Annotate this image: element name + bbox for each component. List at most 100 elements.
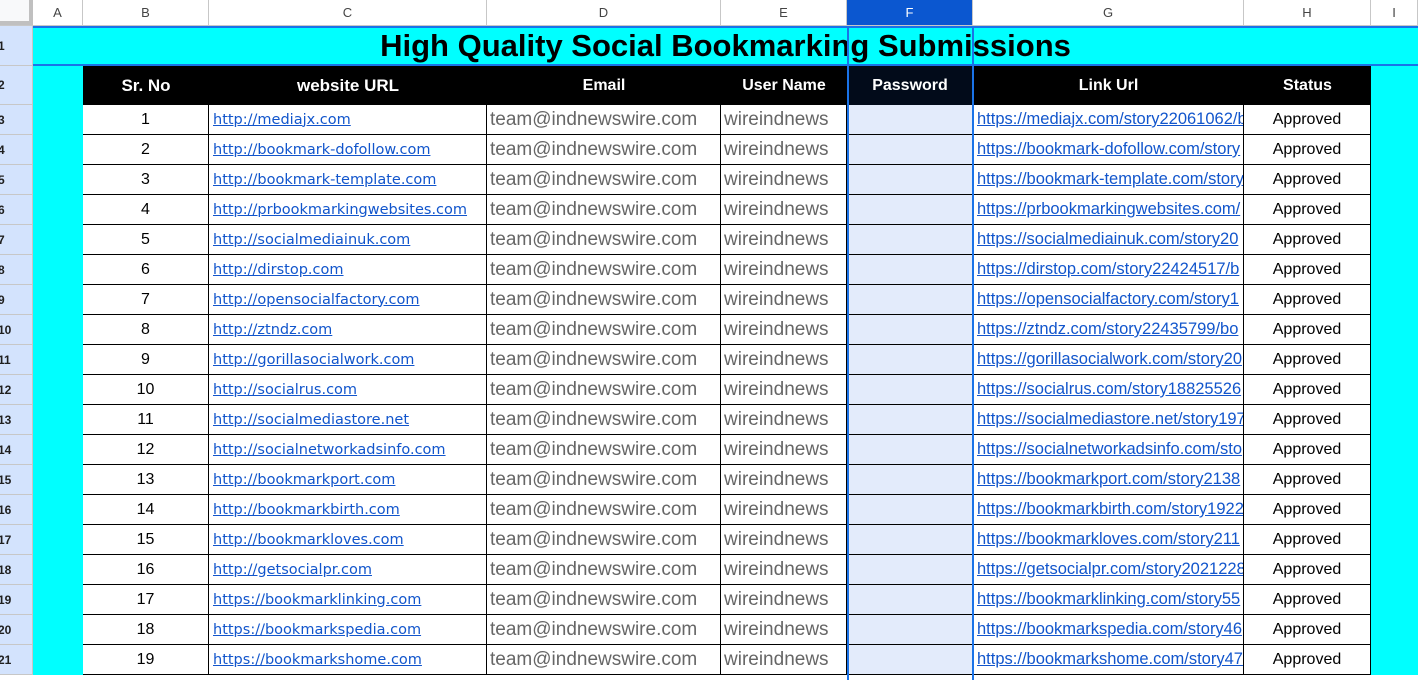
cell[interactable] [1371,465,1418,495]
password-cell[interactable] [847,315,973,345]
cell[interactable] [1371,615,1418,645]
email-cell[interactable]: team@indnewswire.com [487,255,721,285]
user-name-cell[interactable]: wireindnews [721,375,847,405]
status-cell[interactable]: Approved [1244,105,1371,135]
cell[interactable] [33,555,83,585]
column-header-e[interactable]: E [721,0,847,25]
password-cell[interactable] [847,495,973,525]
status-cell[interactable]: Approved [1244,435,1371,465]
header-link-url[interactable]: Link Url [973,66,1244,105]
website-url-link[interactable]: https://bookmarklinking.com [209,585,487,615]
row-header[interactable]: 18 [0,555,33,585]
row-header[interactable]: 6 [0,195,33,225]
cell[interactable] [1371,135,1418,165]
status-cell[interactable]: Approved [1244,285,1371,315]
user-name-cell[interactable]: wireindnews [721,585,847,615]
cell[interactable] [1371,285,1418,315]
cell[interactable] [33,375,83,405]
cell[interactable] [33,405,83,435]
user-name-cell[interactable]: wireindnews [721,315,847,345]
password-cell[interactable] [847,615,973,645]
password-cell[interactable] [847,375,973,405]
email-cell[interactable]: team@indnewswire.com [487,285,721,315]
password-cell[interactable] [847,465,973,495]
row-header[interactable]: 20 [0,615,33,645]
user-name-cell[interactable]: wireindnews [721,165,847,195]
cell[interactable] [1371,375,1418,405]
status-cell[interactable]: Approved [1244,225,1371,255]
password-cell[interactable] [847,195,973,225]
status-cell[interactable]: Approved [1244,645,1371,675]
user-name-cell[interactable]: wireindnews [721,525,847,555]
email-cell[interactable]: team@indnewswire.com [487,105,721,135]
row-header[interactable]: 17 [0,525,33,555]
user-name-cell[interactable]: wireindnews [721,135,847,165]
cell[interactable] [33,195,83,225]
cell[interactable] [1371,315,1418,345]
row-header[interactable]: 2 [0,66,33,105]
row-header[interactable]: 12 [0,375,33,405]
cell[interactable] [33,66,83,105]
user-name-cell[interactable]: wireindnews [721,465,847,495]
password-cell[interactable] [847,225,973,255]
email-cell[interactable]: team@indnewswire.com [487,345,721,375]
status-cell[interactable]: Approved [1244,345,1371,375]
cell[interactable] [33,435,83,465]
sr-no-cell[interactable]: 3 [83,165,209,195]
cell[interactable] [1371,585,1418,615]
user-name-cell[interactable]: wireindnews [721,195,847,225]
password-cell[interactable] [847,285,973,315]
link-url-link[interactable]: https://prbookmarkingwebsites.com/ [973,195,1244,225]
sr-no-cell[interactable]: 11 [83,405,209,435]
user-name-cell[interactable]: wireindnews [721,435,847,465]
cell[interactable] [33,645,83,675]
header-sr-no[interactable]: Sr. No [83,66,209,105]
cell[interactable] [33,165,83,195]
password-cell[interactable] [847,345,973,375]
column-header-h[interactable]: H [1244,0,1371,25]
cell[interactable] [33,525,83,555]
sr-no-cell[interactable]: 7 [83,285,209,315]
email-cell[interactable]: team@indnewswire.com [487,525,721,555]
user-name-cell[interactable]: wireindnews [721,555,847,585]
sr-no-cell[interactable]: 15 [83,525,209,555]
row-header[interactable]: 8 [0,255,33,285]
row-header[interactable]: 4 [0,135,33,165]
link-url-link[interactable]: https://bookmarkspedia.com/story46 [973,615,1244,645]
link-url-link[interactable]: https://bookmarkloves.com/story211 [973,525,1244,555]
website-url-link[interactable]: http://bookmarkport.com [209,465,487,495]
status-cell[interactable]: Approved [1244,615,1371,645]
header-email[interactable]: Email [487,66,721,105]
cell[interactable] [1371,195,1418,225]
cell[interactable] [1371,165,1418,195]
website-url-link[interactable]: http://bookmarkloves.com [209,525,487,555]
row-header[interactable]: 7 [0,225,33,255]
email-cell[interactable]: team@indnewswire.com [487,435,721,465]
column-header-c[interactable]: C [209,0,487,25]
status-cell[interactable]: Approved [1244,195,1371,225]
cell[interactable] [33,495,83,525]
header-password[interactable]: Password [847,66,973,105]
cell[interactable] [1371,495,1418,525]
row-header[interactable]: 14 [0,435,33,465]
password-cell[interactable] [847,585,973,615]
row-header[interactable]: 19 [0,585,33,615]
status-cell[interactable]: Approved [1244,525,1371,555]
status-cell[interactable]: Approved [1244,495,1371,525]
row-header[interactable]: 15 [0,465,33,495]
cell[interactable] [33,225,83,255]
website-url-link[interactable]: http://mediajx.com [209,105,487,135]
cell[interactable] [1371,525,1418,555]
website-url-link[interactable]: http://gorillasocialwork.com [209,345,487,375]
row-header[interactable]: 21 [0,645,33,675]
password-cell[interactable] [847,555,973,585]
email-cell[interactable]: team@indnewswire.com [487,135,721,165]
email-cell[interactable]: team@indnewswire.com [487,315,721,345]
status-cell[interactable]: Approved [1244,255,1371,285]
status-cell[interactable]: Approved [1244,465,1371,495]
sheet-title[interactable]: High Quality Social Bookmarking Submissi… [33,26,1418,66]
cell[interactable] [1371,105,1418,135]
email-cell[interactable]: team@indnewswire.com [487,375,721,405]
cell[interactable] [33,105,83,135]
password-cell[interactable] [847,435,973,465]
